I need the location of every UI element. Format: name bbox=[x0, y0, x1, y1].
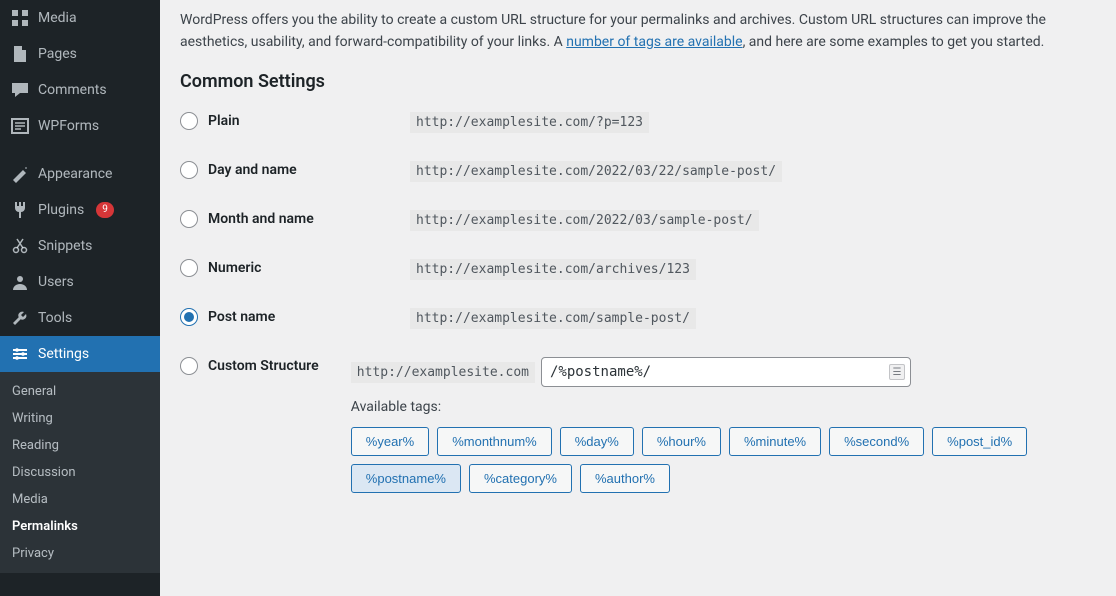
sidebar-item-label: Comments bbox=[38, 82, 107, 98]
option-label: Day and name bbox=[208, 162, 297, 178]
media-icon bbox=[10, 8, 30, 28]
submenu-media[interactable]: Media bbox=[0, 486, 160, 513]
users-icon bbox=[10, 272, 30, 292]
submenu-reading[interactable]: Reading bbox=[0, 432, 160, 459]
custom-input-wrap: ☰ bbox=[541, 357, 911, 387]
wpforms-icon bbox=[10, 116, 30, 136]
sidebar-item-label: Users bbox=[38, 274, 74, 290]
sidebar-item-label: Pages bbox=[38, 46, 77, 62]
option-label: Plain bbox=[208, 113, 240, 129]
snippets-icon bbox=[10, 236, 30, 256]
option-label: Post name bbox=[208, 309, 275, 325]
radio-day-name[interactable] bbox=[180, 161, 198, 179]
tag-monthnum[interactable]: %monthnum% bbox=[437, 427, 552, 456]
intro-text: WordPress offers you the ability to crea… bbox=[180, 10, 1096, 53]
tag-second[interactable]: %second% bbox=[829, 427, 924, 456]
sidebar-item-label: Tools bbox=[38, 310, 72, 326]
option-month-name-row: Month and name http://examplesite.com/20… bbox=[180, 210, 1096, 231]
tag-author[interactable]: %author% bbox=[580, 464, 670, 493]
custom-structure-body: http://examplesite.com ☰ Available tags:… bbox=[351, 357, 1096, 493]
settings-submenu: General Writing Reading Discussion Media… bbox=[0, 372, 160, 573]
radio-numeric[interactable] bbox=[180, 259, 198, 277]
option-label: Numeric bbox=[208, 260, 261, 276]
available-tags-label: Available tags: bbox=[351, 399, 1096, 415]
intro-after: , and here are some examples to get you … bbox=[743, 34, 1045, 50]
option-custom-row: Custom Structure http://examplesite.com … bbox=[180, 357, 1096, 493]
sidebar-item-label: Media bbox=[38, 10, 77, 26]
radio-plain[interactable] bbox=[180, 112, 198, 130]
option-numeric-row: Numeric http://examplesite.com/archives/… bbox=[180, 259, 1096, 280]
admin-sidebar: Media Pages Comments WPForms Appearance … bbox=[0, 0, 160, 596]
sidebar-item-media[interactable]: Media bbox=[0, 0, 160, 36]
option-post-name-row: Post name http://examplesite.com/sample-… bbox=[180, 308, 1096, 329]
submenu-writing[interactable]: Writing bbox=[0, 405, 160, 432]
radio-month-name[interactable] bbox=[180, 210, 198, 228]
option-month-name[interactable]: Month and name bbox=[180, 210, 410, 228]
comments-icon bbox=[10, 80, 30, 100]
tag-minute[interactable]: %minute% bbox=[729, 427, 821, 456]
example-day-name: http://examplesite.com/2022/03/22/sample… bbox=[410, 161, 782, 182]
content-area: WordPress offers you the ability to crea… bbox=[160, 0, 1116, 596]
plugins-icon bbox=[10, 200, 30, 220]
radio-custom[interactable] bbox=[180, 357, 198, 375]
example-numeric: http://examplesite.com/archives/123 bbox=[410, 259, 696, 280]
submenu-privacy[interactable]: Privacy bbox=[0, 540, 160, 567]
sidebar-item-label: Plugins bbox=[38, 202, 84, 218]
sidebar-item-settings[interactable]: Settings bbox=[0, 336, 160, 372]
sidebar-item-comments[interactable]: Comments bbox=[0, 72, 160, 108]
option-label: Custom Structure bbox=[208, 358, 319, 374]
update-badge: 9 bbox=[96, 202, 114, 218]
option-label: Month and name bbox=[208, 211, 314, 227]
example-plain: http://examplesite.com/?p=123 bbox=[410, 112, 649, 133]
option-plain-row: Plain http://examplesite.com/?p=123 bbox=[180, 112, 1096, 133]
tags-available-link[interactable]: number of tags are available bbox=[566, 34, 742, 50]
custom-prefix: http://examplesite.com bbox=[351, 362, 535, 383]
sidebar-item-appearance[interactable]: Appearance bbox=[0, 156, 160, 192]
example-month-name: http://examplesite.com/2022/03/sample-po… bbox=[410, 210, 759, 231]
tag-day[interactable]: %day% bbox=[560, 427, 634, 456]
sidebar-item-snippets[interactable]: Snippets bbox=[0, 228, 160, 264]
tag-postname[interactable]: %postname% bbox=[351, 464, 461, 493]
settings-icon bbox=[10, 344, 30, 364]
tag-hour[interactable]: %hour% bbox=[642, 427, 721, 456]
example-post-name: http://examplesite.com/sample-post/ bbox=[410, 308, 696, 329]
radio-post-name[interactable] bbox=[180, 308, 198, 326]
common-settings-heading: Common Settings bbox=[180, 71, 1096, 92]
input-helper-icon[interactable]: ☰ bbox=[889, 364, 905, 380]
sidebar-item-pages[interactable]: Pages bbox=[0, 36, 160, 72]
submenu-permalinks[interactable]: Permalinks bbox=[0, 513, 160, 540]
sidebar-item-wpforms[interactable]: WPForms bbox=[0, 108, 160, 144]
sidebar-item-tools[interactable]: Tools bbox=[0, 300, 160, 336]
tag-year[interactable]: %year% bbox=[351, 427, 429, 456]
sidebar-item-plugins[interactable]: Plugins 9 bbox=[0, 192, 160, 228]
sidebar-item-label: WPForms bbox=[38, 118, 99, 134]
tag-category[interactable]: %category% bbox=[469, 464, 572, 493]
pages-icon bbox=[10, 44, 30, 64]
appearance-icon bbox=[10, 164, 30, 184]
option-plain[interactable]: Plain bbox=[180, 112, 410, 130]
available-tags: %year% %monthnum% %day% %hour% %minute% … bbox=[351, 427, 1096, 493]
sidebar-item-users[interactable]: Users bbox=[0, 264, 160, 300]
tag-post-id[interactable]: %post_id% bbox=[932, 427, 1027, 456]
option-custom[interactable]: Custom Structure bbox=[180, 357, 351, 375]
sidebar-item-label: Appearance bbox=[38, 166, 112, 182]
submenu-discussion[interactable]: Discussion bbox=[0, 459, 160, 486]
option-day-name[interactable]: Day and name bbox=[180, 161, 410, 179]
sidebar-item-label: Settings bbox=[38, 346, 89, 362]
tools-icon bbox=[10, 308, 30, 328]
sidebar-item-label: Snippets bbox=[38, 238, 92, 254]
option-numeric[interactable]: Numeric bbox=[180, 259, 410, 277]
option-post-name[interactable]: Post name bbox=[180, 308, 410, 326]
custom-structure-input[interactable] bbox=[541, 357, 911, 387]
submenu-general[interactable]: General bbox=[0, 378, 160, 405]
option-day-name-row: Day and name http://examplesite.com/2022… bbox=[180, 161, 1096, 182]
sidebar-separator bbox=[0, 144, 160, 156]
